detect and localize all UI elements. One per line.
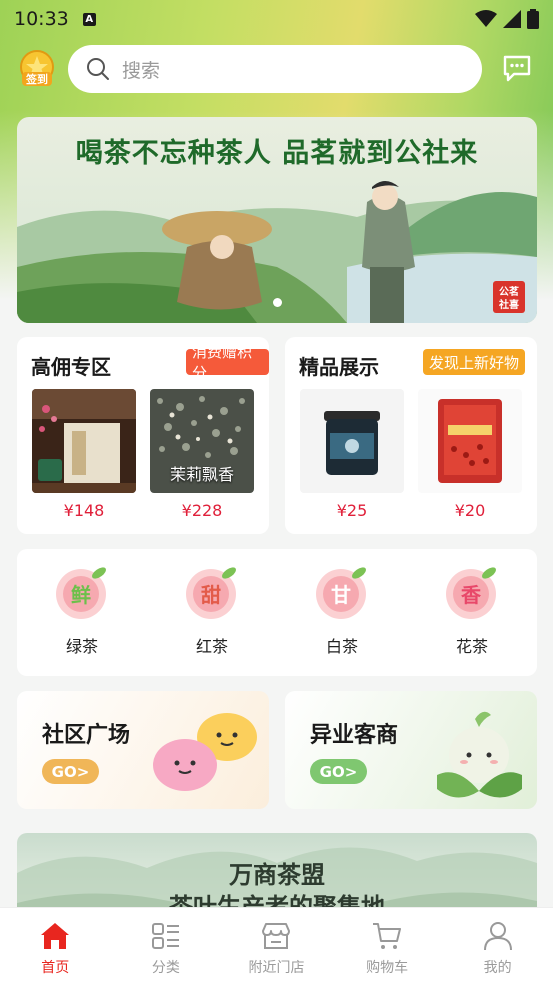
banner-headline: 万商茶盟 (229, 860, 325, 889)
featured-tag[interactable]: 发现上新好物 (423, 349, 526, 375)
product-price: ¥148 (63, 501, 105, 520)
status-bar: 10:33 A (0, 0, 553, 38)
category-label: 绿茶 (65, 637, 98, 656)
promo-title: 社区广场 (42, 723, 131, 748)
signin-button[interactable]: 签到 (20, 50, 54, 88)
search-icon (87, 58, 109, 80)
tab-nearby-stores[interactable]: 附近门店 (221, 908, 332, 984)
search-bar[interactable]: 搜索 (68, 45, 482, 93)
product-image (32, 389, 136, 493)
tab-profile[interactable]: 我的 (442, 908, 553, 984)
carousel-indicator (17, 298, 537, 307)
category-icon (151, 923, 179, 949)
store-icon (262, 923, 291, 949)
category-green-tea[interactable]: 鲜 绿茶 (37, 563, 127, 657)
category-label: 白茶 (325, 637, 358, 656)
bottom-tab-bar: 首页 分类 附近门店 购物车 我的 (0, 907, 553, 984)
go-button[interactable]: GO> (310, 759, 367, 784)
commission-title: 高佣专区 (31, 355, 111, 379)
sweet-leaf-icon: 甜 (183, 563, 241, 621)
category-flower-tea[interactable]: 香 花茶 (427, 563, 517, 657)
svg-text:公茗: 公茗 (499, 285, 519, 298)
tab-label: 购物车 (366, 960, 409, 976)
commission-product-1[interactable]: ¥148 (32, 389, 136, 520)
featured-title: 精品展示 (299, 355, 379, 379)
product-image (418, 389, 522, 493)
tab-label: 附近门店 (248, 960, 305, 976)
status-time: 10:33 (14, 8, 69, 30)
hero-banner[interactable]: 公茗 社喜 喝茶不忘种茶人 品茗就到公社来 (17, 117, 537, 323)
product-price: ¥25 (336, 501, 368, 520)
svg-text:甘: 甘 (331, 583, 351, 607)
commission-zone-card: 高佣专区 消费赠积分 ¥148 茉莉飘香 ¥228 (17, 337, 269, 534)
signal-icon (503, 10, 521, 28)
cart-icon (373, 923, 402, 949)
home-icon (41, 923, 70, 949)
featured-product-2[interactable]: ¥20 (418, 389, 522, 520)
category-white-tea[interactable]: 甘 白茶 (297, 563, 387, 657)
tea-bud-mascot-icon (437, 711, 522, 798)
fragrant-leaf-icon: 香 (443, 563, 501, 621)
community-square-card[interactable]: 社区广场 GO> (17, 691, 269, 809)
message-icon[interactable] (502, 53, 532, 83)
tab-label: 首页 (41, 960, 70, 976)
signin-coin-icon: 签到 (20, 50, 54, 86)
go-button[interactable]: GO> (42, 759, 99, 784)
cross-industry-merchants-card[interactable]: 异业客商 GO> (285, 691, 537, 809)
chat-bubbles-icon (153, 713, 257, 791)
product-price: ¥20 (454, 501, 486, 520)
featured-card: 精品展示 发现上新好物 ¥25 ¥20 (285, 337, 537, 534)
featured-product-1[interactable]: ¥25 (300, 389, 404, 520)
product-image: 茉莉飘香 (150, 389, 254, 493)
product-image (300, 389, 404, 493)
category-black-tea[interactable]: 甜 红茶 (167, 563, 257, 657)
product-image-caption: 茉莉飘香 (169, 465, 234, 484)
wifi-icon (475, 10, 497, 27)
commission-product-2[interactable]: 茉莉飘香 ¥228 (150, 389, 254, 520)
category-card: 鲜 绿茶 甜 红茶 甘 白茶 香 花茶 (17, 549, 537, 676)
svg-text:香: 香 (461, 583, 482, 607)
profile-icon (483, 922, 512, 951)
product-price: ¥228 (181, 501, 223, 520)
mellow-leaf-icon: 甘 (313, 563, 371, 621)
tab-cart[interactable]: 购物车 (332, 908, 443, 984)
svg-text:鲜: 鲜 (71, 583, 91, 607)
tab-home[interactable]: 首页 (0, 908, 111, 984)
notification-icon: A (82, 12, 96, 26)
banner-title: 喝茶不忘种茶人 品茗就到公社来 (75, 138, 479, 169)
search-input[interactable]: 搜索 (122, 56, 160, 83)
tab-category[interactable]: 分类 (111, 908, 222, 984)
carousel-dot[interactable] (272, 298, 282, 307)
category-label: 花茶 (455, 637, 488, 656)
fresh-leaf-icon: 鲜 (53, 563, 111, 621)
promo-title: 异业客商 (310, 723, 399, 748)
header-bar: 签到 搜索 (0, 44, 553, 94)
tab-label: 我的 (483, 960, 512, 976)
svg-text:甜: 甜 (201, 583, 221, 607)
tab-label: 分类 (151, 960, 180, 976)
battery-icon (527, 9, 539, 29)
signin-label: 签到 (25, 72, 48, 86)
category-label: 红茶 (195, 637, 228, 656)
commission-tag[interactable]: 消费赠积分 (186, 343, 269, 382)
